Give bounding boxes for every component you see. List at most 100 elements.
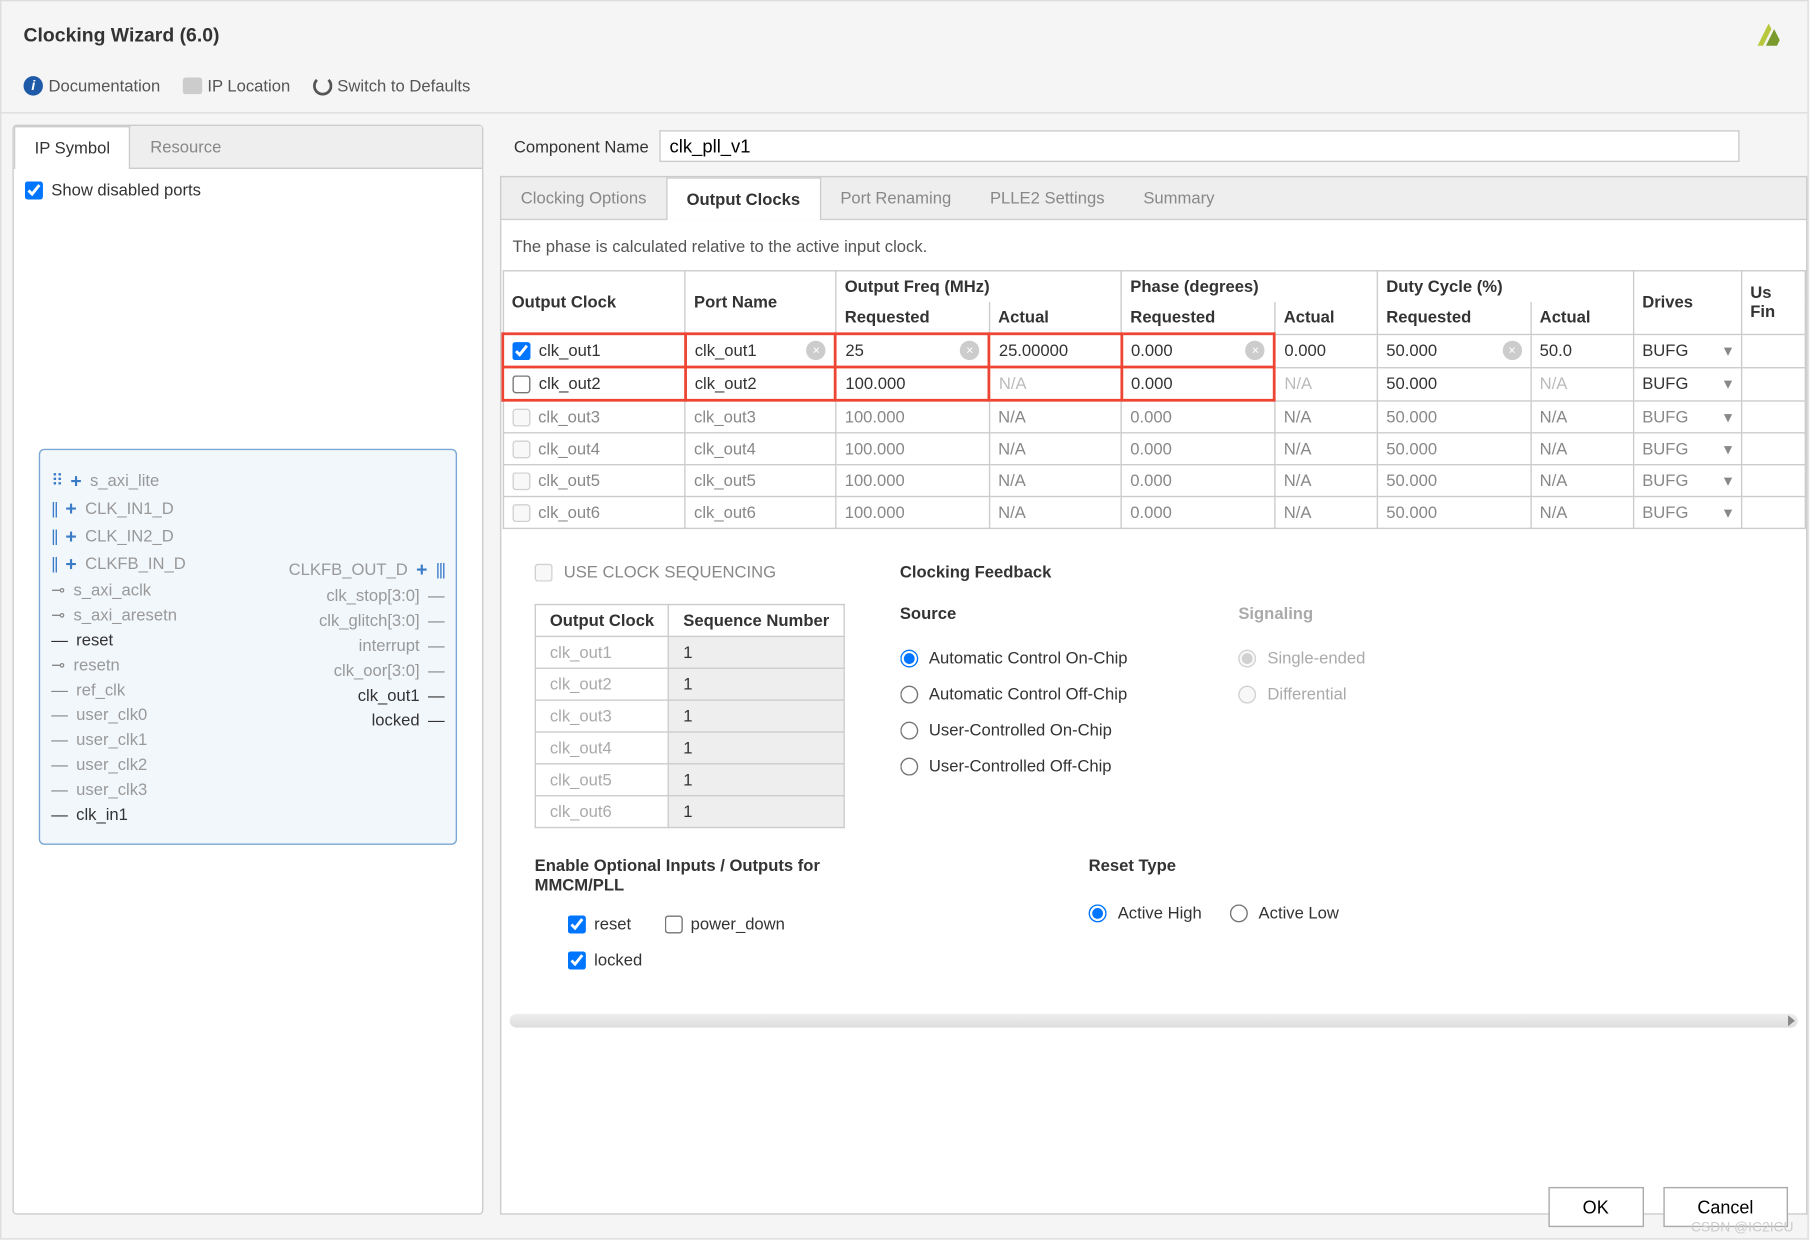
use-fine-cell[interactable] xyxy=(1741,334,1805,367)
seq-value[interactable]: 1 xyxy=(669,668,844,700)
tab-clocking-options[interactable]: Clocking Options xyxy=(501,177,665,219)
source-option-1[interactable]: Automatic Control Off-Chip xyxy=(900,676,1128,712)
freq-req-cell[interactable]: 100.000 xyxy=(836,367,989,400)
th-duty-req: Requested xyxy=(1377,302,1530,334)
tab-plle2-settings[interactable]: PLLE2 Settings xyxy=(971,177,1124,219)
seq-value[interactable]: 1 xyxy=(669,796,844,828)
source-option-0[interactable]: Automatic Control On-Chip xyxy=(900,640,1128,676)
enable-clk_out6[interactable]: clk_out6 xyxy=(512,503,676,522)
phase-req-cell[interactable]: 0.000× xyxy=(1121,334,1274,367)
freq-act-cell: N/A xyxy=(989,367,1121,400)
seq-row-clk_out6: clk_out61 xyxy=(535,796,843,828)
tab-output-clocks[interactable]: Output Clocks xyxy=(666,177,821,220)
show-disabled-input[interactable] xyxy=(25,181,43,199)
locked-checkbox[interactable]: locked xyxy=(568,950,642,969)
phase-req-cell[interactable]: 0.000 xyxy=(1121,497,1274,529)
seq-value[interactable]: 1 xyxy=(669,700,844,732)
clk-row-clk_out2: clk_out2clk_out2100.000N/A0.000N/A50.000… xyxy=(503,367,1806,400)
chevron-down-icon[interactable]: ▾ xyxy=(1724,471,1732,490)
chevron-down-icon[interactable]: ▾ xyxy=(1724,503,1732,522)
seq-value[interactable]: 1 xyxy=(669,732,844,764)
source-option-2[interactable]: User-Controlled On-Chip xyxy=(900,712,1128,748)
use-fine-cell[interactable] xyxy=(1741,367,1805,400)
enable-clk_out4[interactable]: clk_out4 xyxy=(512,439,676,458)
show-disabled-label: Show disabled ports xyxy=(51,180,201,199)
horizontal-scrollbar[interactable] xyxy=(510,1014,1798,1028)
seq-value[interactable]: 1 xyxy=(669,636,844,668)
port-name-cell[interactable]: clk_out6 xyxy=(685,497,836,529)
phase-req-cell[interactable]: 0.000 xyxy=(1121,400,1274,433)
port-clk-out1: clk_out1— xyxy=(358,683,445,708)
clear-icon[interactable]: × xyxy=(1502,341,1521,360)
freq-act-cell: 25.00000 xyxy=(989,334,1121,367)
clear-icon[interactable]: × xyxy=(1246,341,1265,360)
enable-clk_out5[interactable]: clk_out5 xyxy=(512,471,676,490)
chevron-down-icon[interactable]: ▾ xyxy=(1724,407,1732,426)
duty-req-cell[interactable]: 50.000 xyxy=(1377,433,1530,465)
documentation-link[interactable]: i Documentation xyxy=(24,76,161,95)
freq-req-cell[interactable]: 25× xyxy=(836,334,989,367)
phase-act-cell: N/A xyxy=(1275,433,1378,465)
use-clock-sequencing-checkbox[interactable] xyxy=(535,563,553,581)
use-fine-cell[interactable] xyxy=(1741,497,1805,529)
port-ref-clk: —ref_clk xyxy=(51,677,186,702)
power-down-checkbox[interactable]: power_down xyxy=(664,914,785,933)
ip-location-link[interactable]: IP Location xyxy=(182,76,290,95)
seq-th-output: Output Clock xyxy=(535,605,668,637)
drives-cell[interactable]: BUFG▾ xyxy=(1633,497,1741,529)
tab-ip-symbol[interactable]: IP Symbol xyxy=(14,126,131,169)
enable-clk_out2[interactable]: clk_out2 xyxy=(512,374,675,393)
port-s-axi-aclk: ⊸s_axi_aclk xyxy=(51,578,186,603)
freq-req-cell[interactable]: 100.000 xyxy=(836,400,989,433)
ok-button[interactable]: OK xyxy=(1548,1187,1643,1227)
chevron-down-icon[interactable]: ▾ xyxy=(1724,439,1732,458)
freq-req-cell[interactable]: 100.000 xyxy=(836,465,989,497)
use-fine-cell[interactable] xyxy=(1741,400,1805,433)
source-option-3[interactable]: User-Controlled Off-Chip xyxy=(900,748,1128,784)
drives-cell[interactable]: BUFG▾ xyxy=(1633,334,1741,367)
port-name-cell[interactable]: clk_out1× xyxy=(685,334,836,367)
port-name-cell[interactable]: clk_out5 xyxy=(685,465,836,497)
component-name-input[interactable] xyxy=(660,130,1740,162)
duty-req-cell[interactable]: 50.000 xyxy=(1377,497,1530,529)
port-name-cell[interactable]: clk_out2 xyxy=(685,367,836,400)
tab-resource[interactable]: Resource xyxy=(131,126,241,168)
duty-req-cell[interactable]: 50.000 xyxy=(1377,400,1530,433)
port-name-cell[interactable]: clk_out4 xyxy=(685,433,836,465)
chevron-down-icon[interactable]: ▾ xyxy=(1724,341,1732,360)
th-freq-req: Requested xyxy=(836,302,989,334)
tab-port-renaming[interactable]: Port Renaming xyxy=(821,177,971,219)
clear-icon[interactable]: × xyxy=(807,341,826,360)
tab-summary[interactable]: Summary xyxy=(1124,177,1234,219)
optional-io-block: Enable Optional Inputs / Outputs for MMC… xyxy=(501,828,861,1005)
reset-active-low[interactable]: Active Low xyxy=(1229,895,1338,931)
phase-req-cell[interactable]: 0.000 xyxy=(1121,433,1274,465)
freq-req-cell[interactable]: 100.000 xyxy=(836,433,989,465)
freq-req-cell[interactable]: 100.000 xyxy=(836,497,989,529)
port-clkfb-in-d: ||+CLKFB_IN_D xyxy=(51,550,186,578)
show-disabled-checkbox[interactable]: Show disabled ports xyxy=(25,180,471,199)
duty-req-cell[interactable]: 50.000 xyxy=(1377,465,1530,497)
reset-checkbox[interactable]: reset xyxy=(568,914,631,933)
clear-icon[interactable]: × xyxy=(960,341,979,360)
phase-req-cell[interactable]: 0.000 xyxy=(1121,465,1274,497)
seq-value[interactable]: 1 xyxy=(669,764,844,796)
phase-req-cell[interactable]: 0.000 xyxy=(1121,367,1274,400)
use-fine-cell[interactable] xyxy=(1741,465,1805,497)
duty-req-cell[interactable]: 50.000 xyxy=(1377,367,1530,400)
duty-req-cell[interactable]: 50.000× xyxy=(1377,334,1530,367)
enable-clk_out3[interactable]: clk_out3 xyxy=(512,407,676,426)
use-fine-cell[interactable] xyxy=(1741,433,1805,465)
drives-cell[interactable]: BUFG▾ xyxy=(1633,465,1741,497)
chevron-down-icon[interactable]: ▾ xyxy=(1724,374,1732,393)
reset-active-high[interactable]: Active High xyxy=(1089,895,1202,931)
toolbar-iploc-label: IP Location xyxy=(207,76,290,95)
switch-defaults-link[interactable]: Switch to Defaults xyxy=(312,76,470,95)
signaling-option-0: Single-ended xyxy=(1238,640,1365,676)
enable-clk_out1[interactable]: clk_out1 xyxy=(512,341,675,360)
port-name-cell[interactable]: clk_out3 xyxy=(685,400,836,433)
drives-cell[interactable]: BUFG▾ xyxy=(1633,367,1741,400)
drives-cell[interactable]: BUFG▾ xyxy=(1633,400,1741,433)
sequence-table: Output Clock Sequence Number clk_out11cl… xyxy=(535,604,845,828)
drives-cell[interactable]: BUFG▾ xyxy=(1633,433,1741,465)
